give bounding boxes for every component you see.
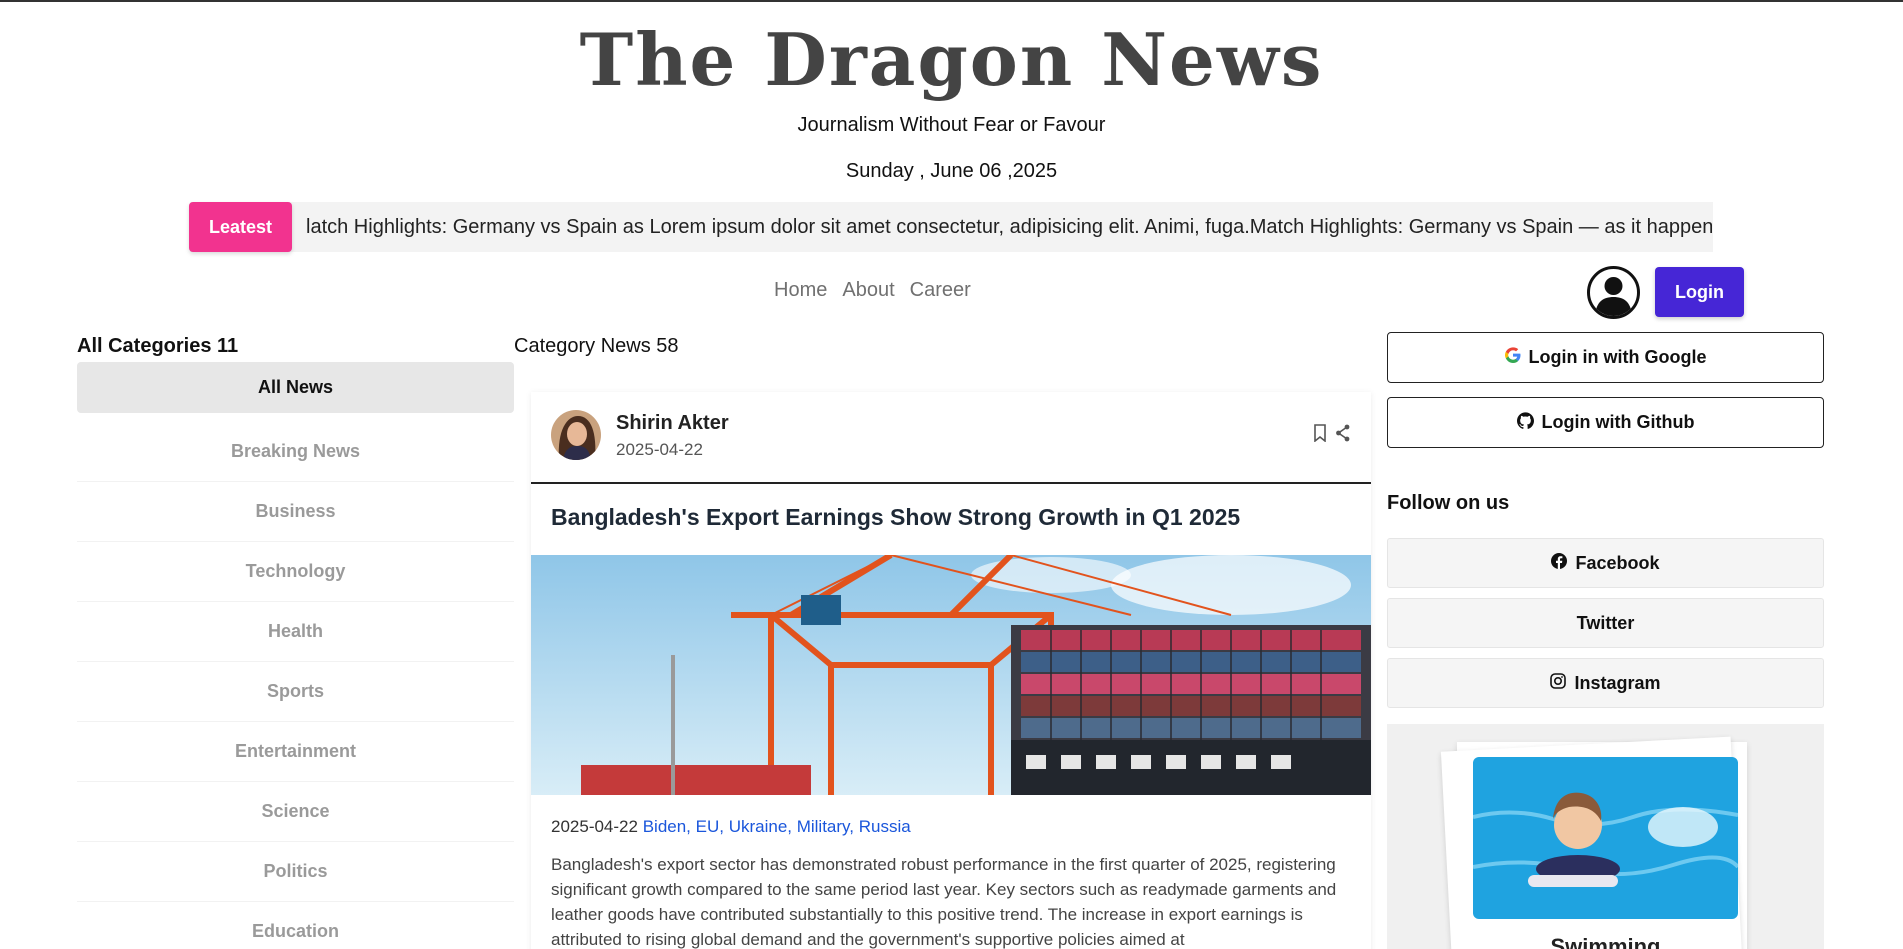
- category-education[interactable]: Education: [77, 902, 514, 949]
- nav-home[interactable]: Home: [774, 279, 827, 302]
- article-image[interactable]: [531, 555, 1371, 795]
- category-science[interactable]: Science: [77, 782, 514, 842]
- article-headline[interactable]: Bangladesh's Export Earnings Show Strong…: [551, 504, 1240, 531]
- author-avatar: [551, 410, 601, 460]
- category-breaking-news[interactable]: Breaking News: [77, 422, 514, 482]
- instagram-link[interactable]: Instagram: [1387, 658, 1824, 708]
- bookmark-icon[interactable]: [1313, 424, 1327, 447]
- categories-title: All Categories 11: [77, 335, 239, 357]
- share-icon[interactable]: [1335, 424, 1351, 447]
- site-logo[interactable]: The Dragon News: [0, 20, 1903, 100]
- category-news-title: Category News 58: [514, 335, 679, 357]
- facebook-icon: [1551, 552, 1568, 574]
- twitter-label: Twitter: [1576, 612, 1635, 633]
- login-button[interactable]: Login: [1655, 267, 1744, 317]
- github-icon: [1516, 411, 1534, 434]
- current-date: Sunday , June 06 ,2025: [845, 160, 1058, 182]
- github-login-button[interactable]: Login with Github: [1387, 397, 1824, 448]
- category-technology[interactable]: Technology: [77, 542, 514, 602]
- category-list: All News Breaking News Business Technolo…: [77, 362, 514, 949]
- author-name[interactable]: Shirin Akter: [616, 412, 729, 435]
- main-nav: Home About Career: [774, 279, 971, 302]
- nav-about[interactable]: About: [842, 279, 894, 302]
- article-excerpt: Bangladesh's export sector has demonstra…: [551, 855, 1337, 949]
- article-date: 2025-04-22: [551, 817, 638, 836]
- swimming-image[interactable]: [1473, 757, 1738, 919]
- category-all-news[interactable]: All News: [77, 362, 514, 413]
- site-tagline: Journalism Without Fear or Favour: [797, 114, 1106, 136]
- facebook-link[interactable]: Facebook: [1387, 538, 1824, 588]
- instagram-icon: [1550, 672, 1567, 694]
- article-tags[interactable]: Biden, EU, Ukraine, Military, Russia: [643, 817, 911, 836]
- github-login-label: Login with Github: [1541, 412, 1695, 432]
- latest-button[interactable]: Leatest: [189, 202, 292, 252]
- google-login-label: Login in with Google: [1528, 347, 1707, 367]
- qzone-panel: Swimming: [1387, 724, 1824, 949]
- swimming-label: Swimming: [1550, 934, 1661, 949]
- author-date: 2025-04-22: [616, 440, 703, 459]
- category-sports[interactable]: Sports: [77, 662, 514, 722]
- category-entertainment[interactable]: Entertainment: [77, 722, 514, 782]
- twitter-link[interactable]: Twitter: [1387, 598, 1824, 648]
- category-health[interactable]: Health: [77, 602, 514, 662]
- masthead: The Dragon News: [0, 20, 1903, 100]
- google-icon: [1504, 347, 1521, 368]
- google-login-button[interactable]: Login in with Google: [1387, 332, 1824, 383]
- category-politics[interactable]: Politics: [77, 842, 514, 902]
- news-card: Shirin Akter 2025-04-22 Bangladesh's Exp…: [531, 392, 1371, 949]
- article-meta: 2025-04-22 Biden, EU, Ukraine, Military,…: [551, 817, 911, 837]
- nav-career[interactable]: Career: [910, 279, 971, 302]
- user-avatar-icon[interactable]: [1587, 266, 1640, 319]
- card-header: Shirin Akter 2025-04-22: [531, 392, 1371, 484]
- ticker-text[interactable]: latch Highlights: Germany vs Spain as Lo…: [306, 202, 1712, 252]
- category-business[interactable]: Business: [77, 482, 514, 542]
- facebook-label: Facebook: [1575, 552, 1660, 573]
- card-actions: [1313, 424, 1351, 447]
- instagram-label: Instagram: [1574, 672, 1661, 693]
- follow-title: Follow on us: [1387, 492, 1510, 514]
